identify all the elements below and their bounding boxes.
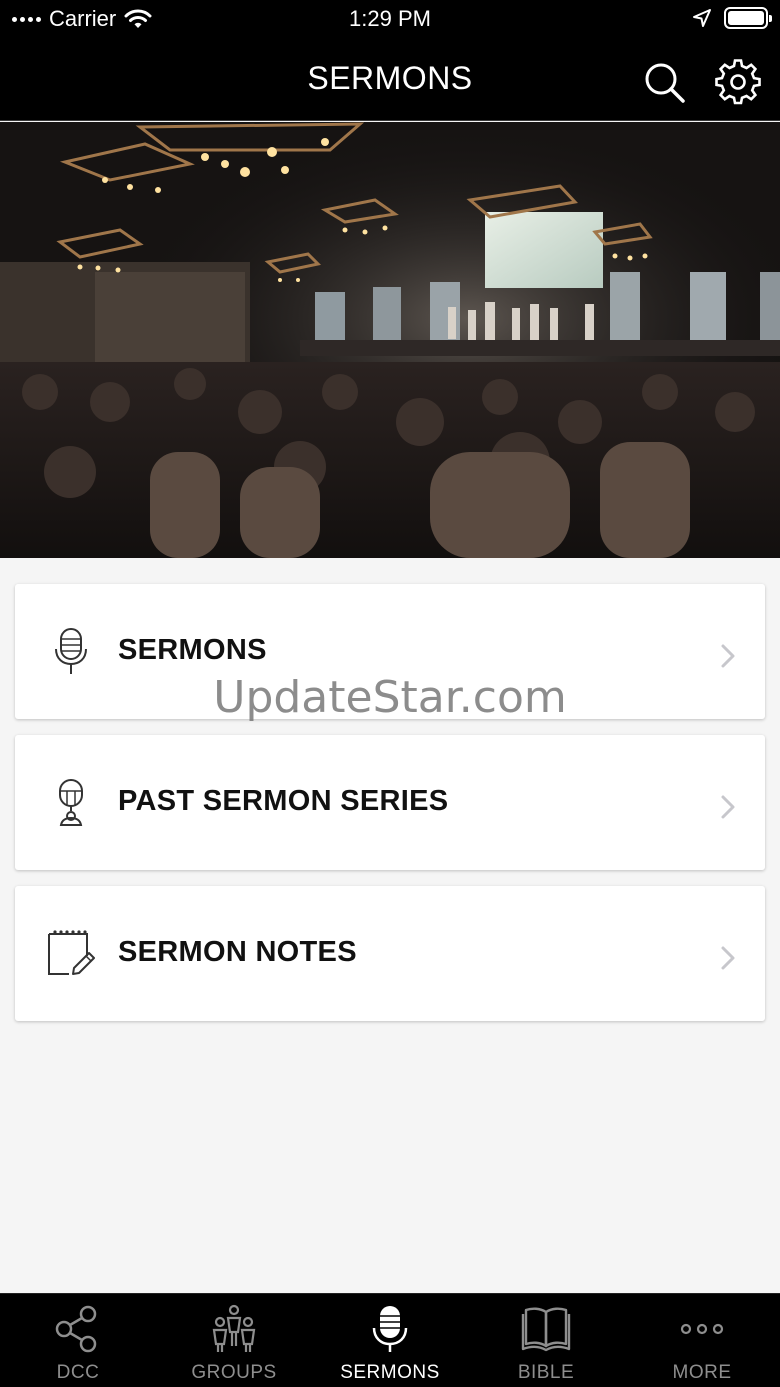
tab-dcc[interactable]: DCC [0, 1294, 156, 1387]
battery-fill [728, 11, 764, 25]
tab-label: MORE [672, 1362, 732, 1383]
share-icon [55, 1305, 97, 1353]
church-worship-photo [0, 122, 780, 558]
menu-item-label: SERMON NOTES [118, 936, 357, 968]
menu-item-label: SERMONS [118, 634, 267, 666]
status-right [692, 7, 772, 29]
tab-bar: DCC GROUPS SERMONS BIBLE MORE [0, 1293, 780, 1387]
microphone-icon [55, 628, 87, 674]
location-arrow-icon [693, 9, 711, 27]
menu-item-label: PAST SERMON SERIES [118, 785, 449, 817]
tab-label: BIBLE [517, 1362, 575, 1383]
tab-label: DCC [56, 1362, 100, 1383]
menu-item-sermon-notes[interactable]: SERMON NOTES [15, 886, 765, 1021]
menu-item-sermons[interactable]: SERMONS [15, 584, 765, 719]
tab-sermons[interactable]: SERMONS [312, 1294, 468, 1387]
tab-bible[interactable]: BIBLE [468, 1294, 624, 1387]
gear-icon[interactable] [714, 58, 762, 106]
hero-image [0, 122, 780, 558]
tab-more[interactable]: MORE [624, 1294, 780, 1387]
microphone-icon [372, 1306, 408, 1352]
tab-label: SERMONS [340, 1362, 440, 1383]
tab-label: GROUPS [191, 1362, 277, 1383]
search-icon[interactable] [640, 58, 688, 106]
chevron-right-icon [721, 946, 735, 970]
people-icon [212, 1304, 256, 1352]
navigation-bar: SERMONS [0, 40, 780, 121]
status-bar: Carrier 1:29 PM [0, 0, 780, 40]
chevron-right-icon [721, 644, 735, 668]
tab-groups[interactable]: GROUPS [156, 1294, 312, 1387]
podcast-mic-icon [59, 779, 83, 826]
menu-item-past-sermon-series[interactable]: PAST SERMON SERIES [15, 735, 765, 870]
chevron-right-icon [721, 795, 735, 819]
status-time: 1:29 PM [349, 6, 431, 31]
more-dots-icon [680, 1323, 724, 1335]
notepad-pencil-icon [48, 930, 95, 975]
battery-icon [724, 7, 772, 29]
book-icon [521, 1307, 571, 1352]
